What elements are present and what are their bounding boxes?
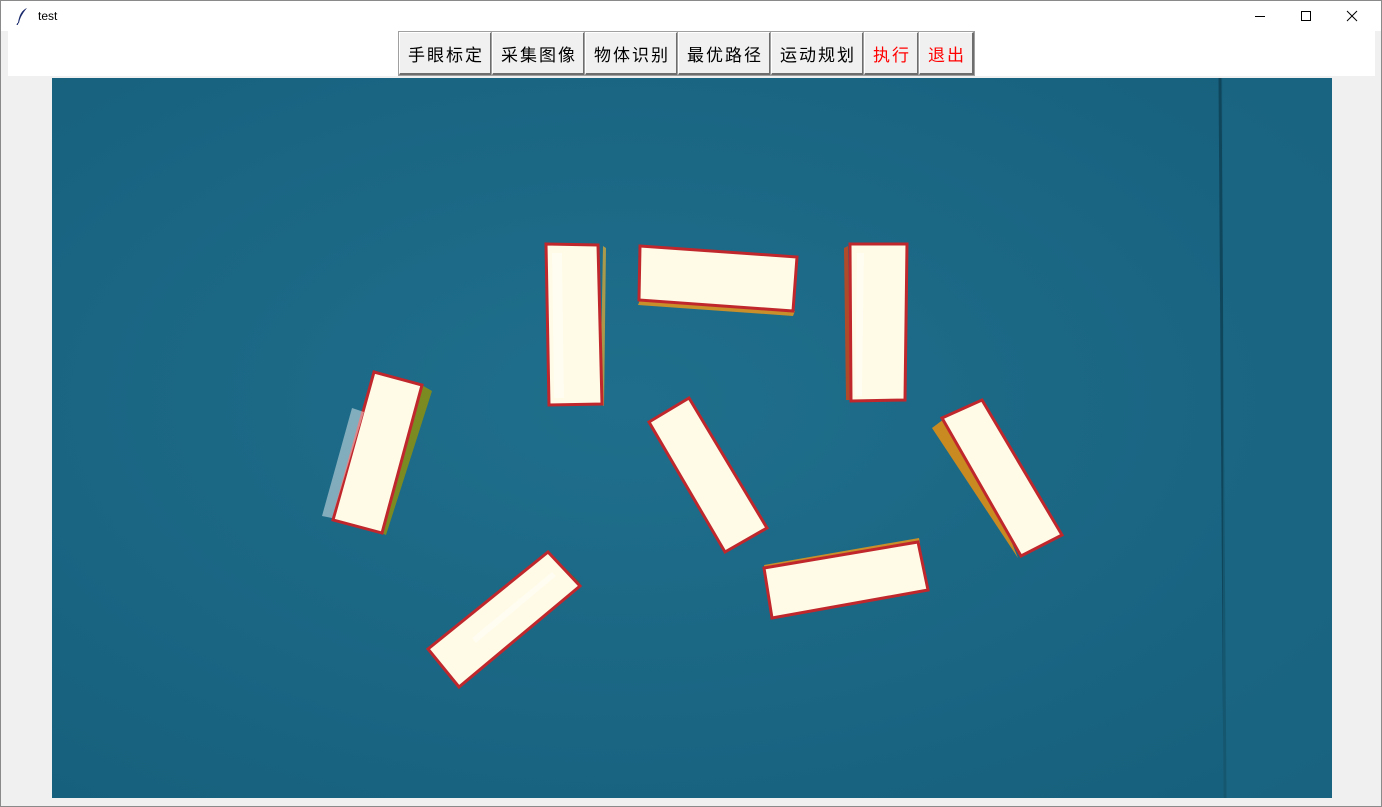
app-window: test 手眼标定 采集图像 物体识别 最优路径 运动规划 执行 退出 [0, 0, 1382, 807]
window-title: test [38, 9, 58, 23]
camera-image [52, 78, 1332, 798]
feather-icon [16, 8, 27, 25]
exit-button[interactable]: 退出 [918, 31, 975, 76]
execute-button[interactable]: 执行 [863, 31, 920, 76]
object-recognition-button[interactable]: 物体识别 [584, 31, 679, 76]
title-bar[interactable]: test [1, 1, 1381, 31]
detected-block [637, 244, 799, 316]
maximize-button[interactable] [1283, 1, 1329, 31]
minimize-button[interactable] [1237, 1, 1283, 31]
detected-block [844, 242, 909, 403]
hand-eye-calibration-button[interactable]: 手眼标定 [398, 31, 493, 76]
minimize-icon [1255, 16, 1265, 17]
maximize-icon [1301, 11, 1311, 21]
toolbar: 手眼标定 采集图像 物体识别 最优路径 运动规划 执行 退出 [398, 31, 975, 76]
motion-planning-button[interactable]: 运动规划 [770, 31, 865, 76]
capture-image-button[interactable]: 采集图像 [491, 31, 586, 76]
optimal-path-button[interactable]: 最优路径 [677, 31, 772, 76]
mat-right-panel [1223, 78, 1332, 798]
camera-view [52, 78, 1332, 798]
close-icon [1346, 10, 1358, 22]
close-button[interactable] [1329, 1, 1375, 31]
